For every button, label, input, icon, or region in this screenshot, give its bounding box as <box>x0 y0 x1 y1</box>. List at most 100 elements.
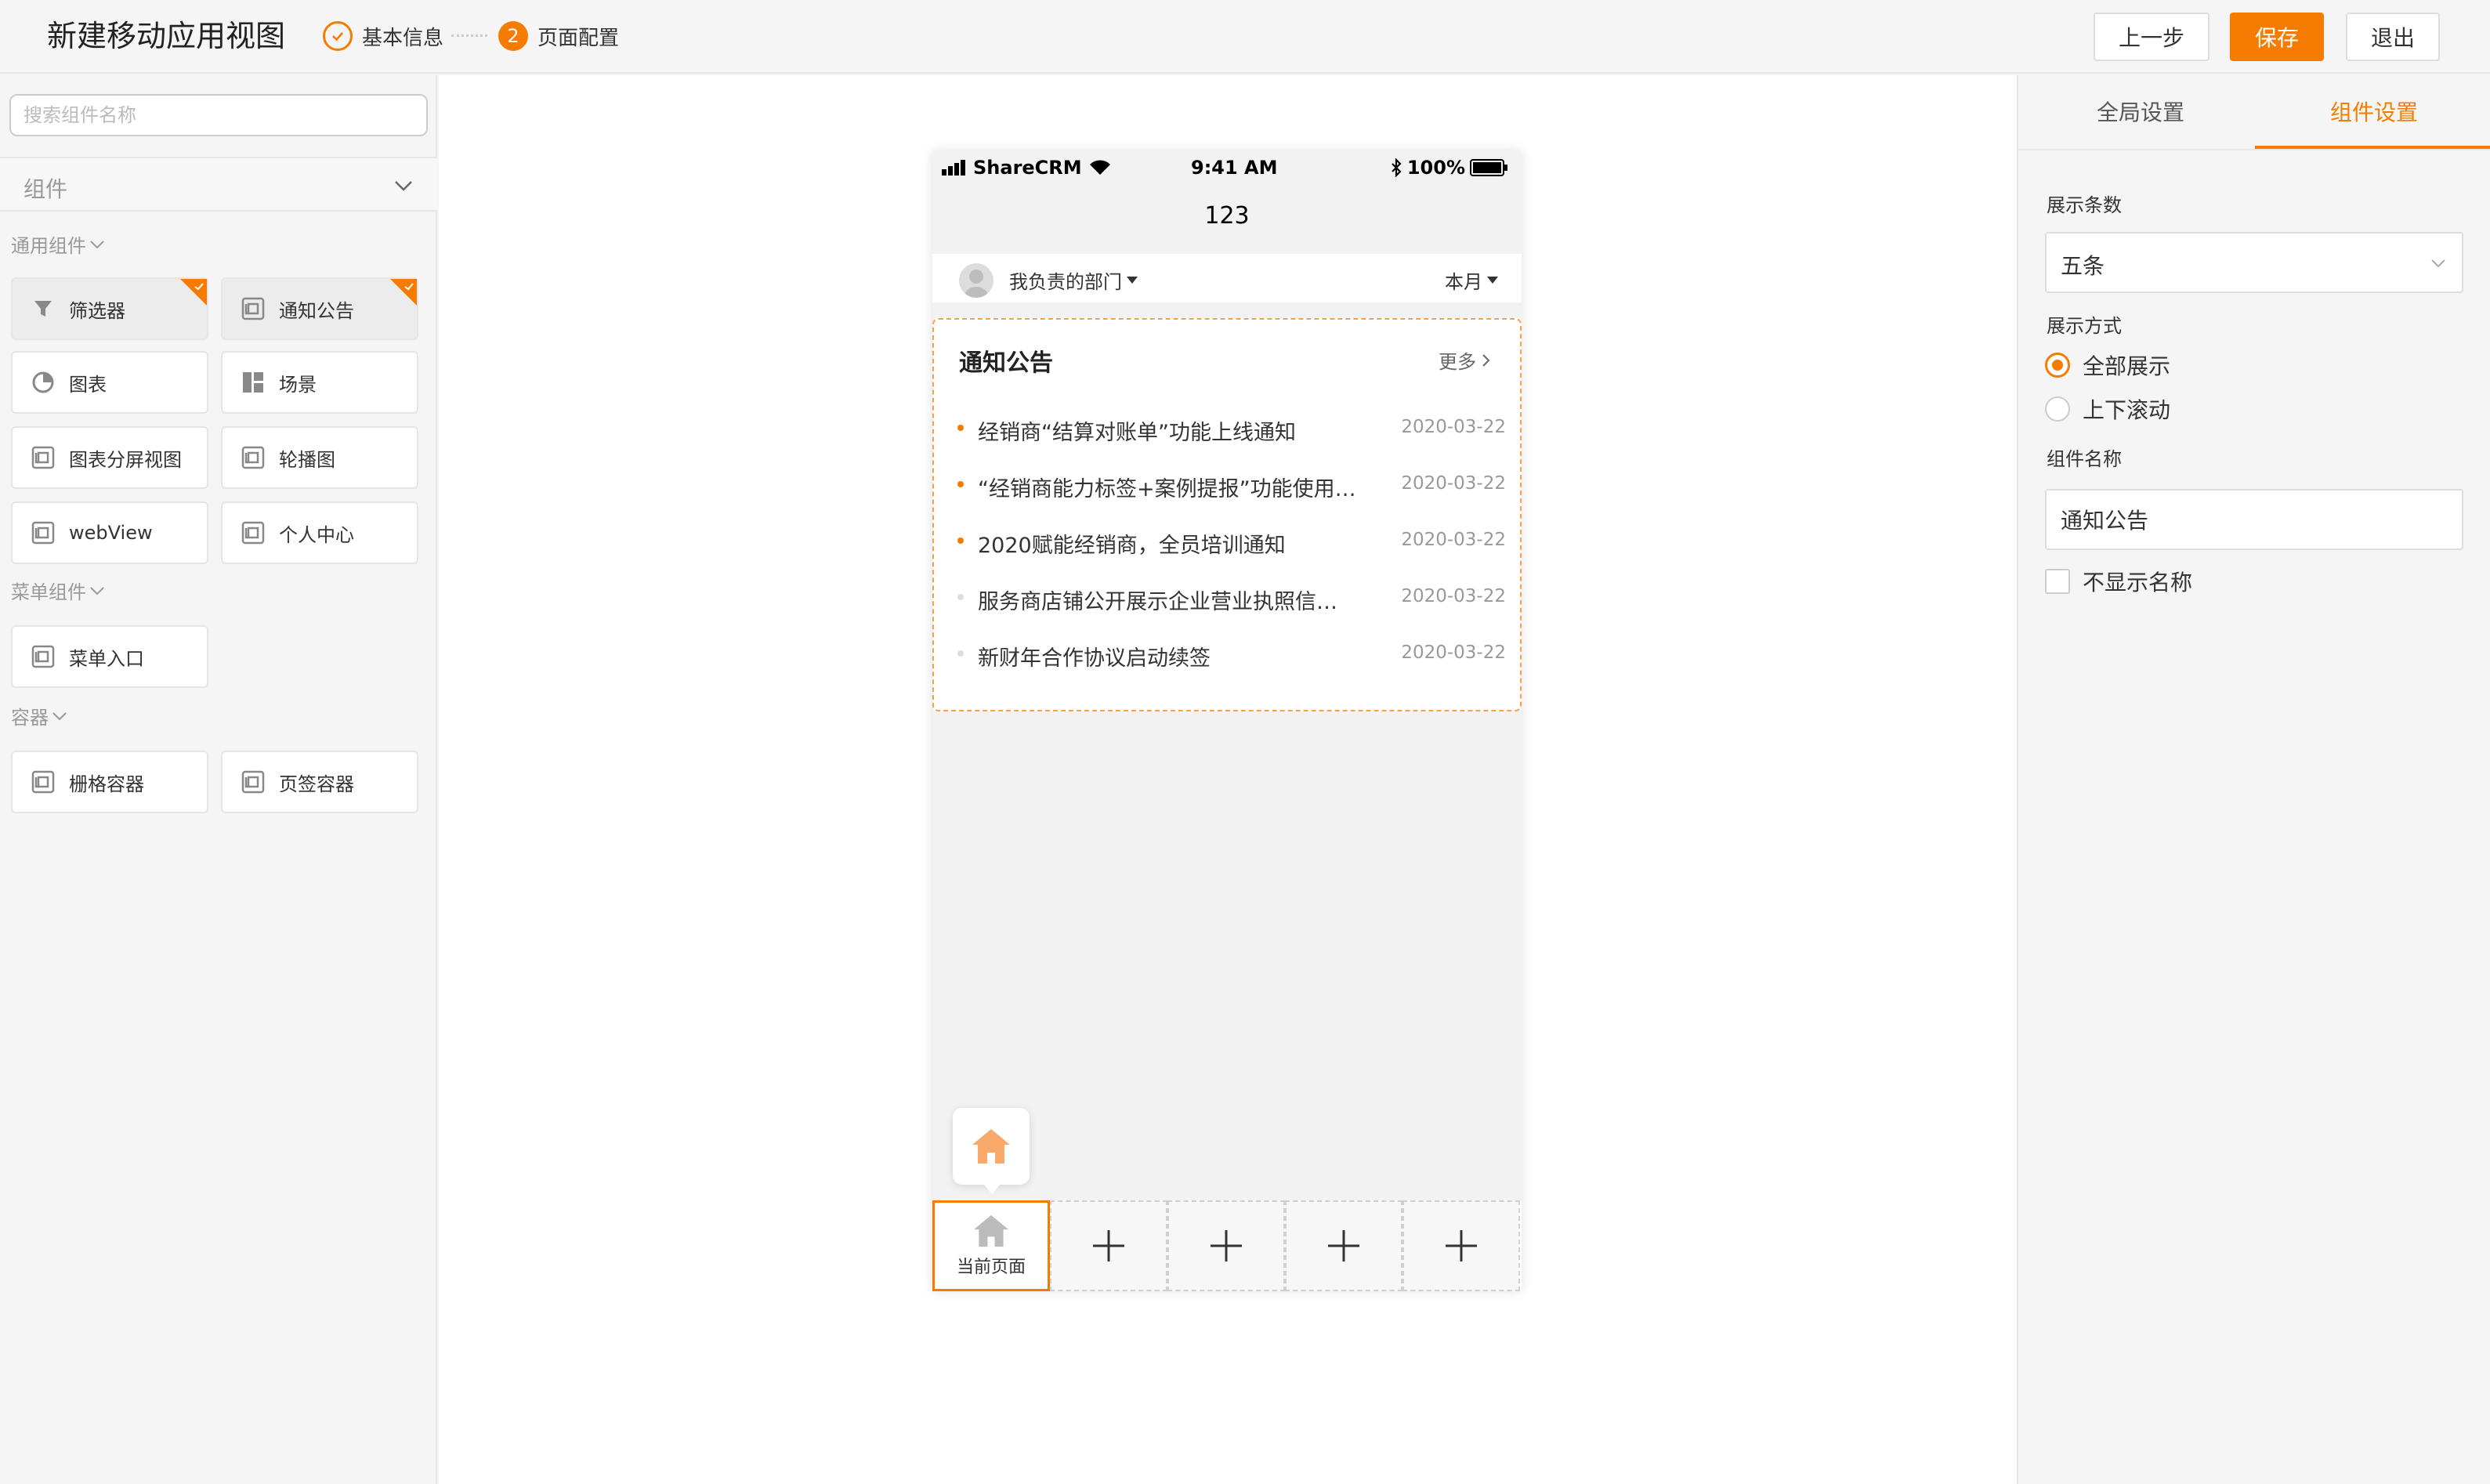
home-icon <box>972 1129 1010 1164</box>
filter-bar: 我负责的部门 本月 <box>932 254 1522 302</box>
department-filter[interactable]: 我负责的部门 <box>1009 266 1138 294</box>
add-tab-slot[interactable] <box>1167 1200 1285 1291</box>
caret-down-icon <box>1487 277 1498 284</box>
bullet-dot <box>957 481 964 487</box>
tab-component-settings[interactable]: 组件设置 <box>2330 96 2418 127</box>
month-filter-label: 本月 <box>1445 271 1482 293</box>
filter-icon <box>30 295 56 322</box>
more-label: 更多 <box>1439 351 1476 373</box>
battery-icon <box>1470 159 1507 176</box>
component-search-input[interactable] <box>9 94 428 136</box>
count-select[interactable]: 五条 <box>2045 232 2463 293</box>
settings-tabs: 全局设置 组件设置 <box>2018 75 2490 150</box>
group-title: 容器 <box>11 707 49 729</box>
notice-item-date: 2020-03-22 <box>1401 642 1506 663</box>
component-label: 页签容器 <box>279 773 354 795</box>
add-tab-slot[interactable] <box>1285 1200 1402 1291</box>
tab-bar: 当前页面 <box>932 1200 1522 1291</box>
tab-global-settings[interactable]: 全局设置 <box>2097 96 2184 127</box>
count-label: 展示条数 <box>2047 194 2122 216</box>
plus-icon <box>1211 1230 1242 1261</box>
notice-item[interactable]: 2020赋能经销商，全员培训通知 2020-03-22 <box>957 525 1506 558</box>
component-personal-center[interactable]: 个人中心 <box>221 501 418 564</box>
component-name-label: 组件名称 <box>2047 448 2122 470</box>
radio-unchecked <box>2045 396 2070 422</box>
tab-label: 当前页面 <box>956 1258 1026 1277</box>
component-label: 轮播图 <box>279 448 335 471</box>
component-chart-split-view[interactable]: 图表分屏视图 <box>11 426 208 489</box>
bullet-dot <box>957 594 964 600</box>
step-connector <box>451 34 487 37</box>
radio-scroll[interactable]: 上下滚动 <box>2045 393 2170 425</box>
chevron-down-icon <box>2431 259 2445 268</box>
wifi-icon <box>1089 160 1110 175</box>
notice-item-text: 经销商“结算对账单”功能上线通知 <box>978 421 1296 445</box>
component-filter[interactable]: 筛选器 <box>11 277 208 340</box>
component-menu-entry[interactable]: 菜单入口 <box>11 625 208 688</box>
component-label: 场景 <box>279 373 317 396</box>
group-container-toggle[interactable]: 容器 <box>11 702 69 729</box>
add-tab-slot[interactable] <box>1050 1200 1167 1291</box>
component-icon <box>240 295 266 322</box>
notice-item-text: 2020赋能经销商，全员培训通知 <box>978 534 1286 558</box>
component-label: 图表 <box>69 373 107 396</box>
component-scene[interactable]: 场景 <box>221 351 418 414</box>
display-mode-label: 展示方式 <box>2047 315 2122 337</box>
settings-panel: 全局设置 组件设置 展示条数 五条 展示方式 全部展示 上下滚动 组件名称 不显… <box>2017 75 2490 1484</box>
component-label: 筛选器 <box>69 299 125 322</box>
check-icon <box>194 283 204 291</box>
component-name-input[interactable] <box>2045 489 2463 550</box>
group-menu-toggle[interactable]: 菜单组件 <box>11 577 107 604</box>
component-label: 菜单入口 <box>69 647 144 670</box>
hide-name-checkbox-row[interactable]: 不显示名称 <box>2045 566 2192 597</box>
checkbox-label: 不显示名称 <box>2083 570 2193 595</box>
component-grid-container[interactable]: 栅格容器 <box>11 751 208 813</box>
component-webview[interactable]: webView <box>11 501 208 564</box>
group-title: 通用组件 <box>11 235 86 257</box>
hide-name-checkbox[interactable] <box>2045 569 2070 594</box>
dropdown-label: 组件 <box>24 176 68 202</box>
radio-checked <box>2045 353 2070 378</box>
exit-button[interactable]: 退出 <box>2346 13 2440 61</box>
home-icon-popover[interactable] <box>953 1108 1030 1194</box>
component-chart[interactable]: 图表 <box>11 351 208 414</box>
group-title: 菜单组件 <box>11 581 86 603</box>
component-icon <box>240 444 266 471</box>
save-button[interactable]: 保存 <box>2230 13 2324 61</box>
notice-component[interactable]: 通知公告 更多 经销商“结算对账单”功能上线通知 2020-03-22 “经销商… <box>932 318 1522 711</box>
notice-item[interactable]: “经销商能力标签+案例提报”功能使用… 2020-03-22 <box>957 469 1506 501</box>
chevron-right-icon <box>1482 353 1490 367</box>
tab-current-page[interactable]: 当前页面 <box>932 1200 1050 1291</box>
group-general-toggle[interactable]: 通用组件 <box>11 230 107 258</box>
step-basic-info[interactable]: 基本信息 <box>323 20 443 52</box>
month-filter[interactable]: 本月 <box>1445 266 1498 294</box>
battery-info: 100% <box>1390 157 1509 179</box>
component-carousel[interactable]: 轮播图 <box>221 426 418 489</box>
radio-show-all[interactable]: 全部展示 <box>2045 349 2170 381</box>
phone-page-title: 123 <box>1204 202 1250 230</box>
bluetooth-icon <box>1392 158 1402 177</box>
prev-step-button[interactable]: 上一步 <box>2094 13 2210 61</box>
radio-label: 上下滚动 <box>2083 397 2171 423</box>
component-icon <box>30 643 56 670</box>
notice-item[interactable]: 经销商“结算对账单”功能上线通知 2020-03-22 <box>957 412 1506 445</box>
add-tab-slot[interactable] <box>1402 1200 1520 1291</box>
component-type-dropdown[interactable]: 组件 <box>0 157 437 212</box>
component-icon <box>240 769 266 795</box>
page-title: 新建移动应用视图 <box>47 19 286 53</box>
notice-item[interactable]: 服务商店铺公开展示企业营业执照信… 2020-03-22 <box>957 581 1506 614</box>
notice-item-date: 2020-03-22 <box>1401 530 1506 550</box>
component-label: 通知公告 <box>279 299 354 322</box>
component-icon <box>30 769 56 795</box>
notice-item[interactable]: 新财年合作协议启动续签 2020-03-22 <box>957 638 1506 671</box>
component-tab-container[interactable]: 页签容器 <box>221 751 418 813</box>
notice-more-link[interactable]: 更多 <box>1439 346 1492 374</box>
component-panel: 组件 通用组件 筛选器 通知公告 <box>0 75 437 1484</box>
radio-label: 全部展示 <box>2083 353 2171 379</box>
status-bar: ShareCRM 9:41 AM 100% <box>932 150 1522 185</box>
plus-icon <box>1328 1230 1359 1261</box>
signal-icon <box>942 160 965 176</box>
component-notice[interactable]: 通知公告 <box>221 277 418 340</box>
chevron-down-icon <box>52 711 67 720</box>
step-page-config[interactable]: 2 页面配置 <box>498 20 619 52</box>
